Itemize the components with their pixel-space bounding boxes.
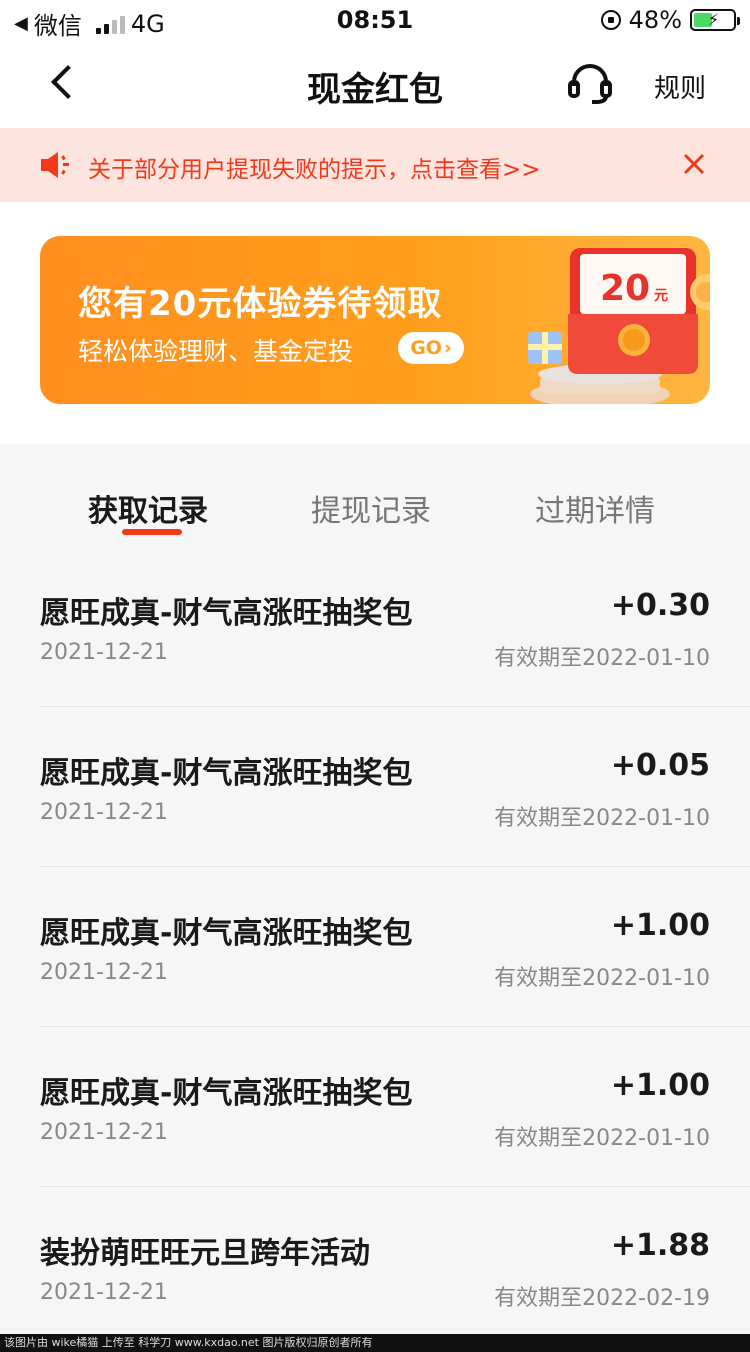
customer-service-button[interactable] (566, 60, 614, 108)
go-label: GO (410, 337, 442, 359)
chevron-right-icon: › (443, 337, 452, 359)
battery-icon: ⚡ (690, 9, 740, 31)
red-envelope-illustration: 20 元 (528, 248, 710, 404)
nav-bar: 现金红包 规则 (0, 40, 750, 128)
record-date: 2021-12-21 (40, 1280, 168, 1305)
record-expiry: 有效期至2022-01-10 (494, 646, 710, 671)
record-title: 愿旺成真-财气高涨旺抽奖包 (40, 596, 413, 631)
record-title: 愿旺成真-财气高涨旺抽奖包 (40, 1076, 413, 1111)
record-expiry: 有效期至2022-01-10 (494, 966, 710, 991)
headset-icon (568, 64, 612, 104)
notice-banner[interactable]: 关于部分用户提现失败的提示，点击查看>> (0, 128, 750, 202)
list-item[interactable]: 愿旺成真-财气高涨旺抽奖包 +0.30 2021-12-21 有效期至2022-… (40, 570, 750, 730)
divider (40, 866, 750, 867)
record-title: 愿旺成真-财气高涨旺抽奖包 (40, 756, 413, 791)
divider (40, 1186, 750, 1187)
banner-title: 您有20元体验券待领取 (78, 284, 443, 324)
record-date: 2021-12-21 (40, 1120, 168, 1145)
record-amount: +0.05 (610, 748, 710, 783)
banner-subtitle: 轻松体验理财、基金定投 (78, 337, 354, 366)
record-expiry: 有效期至2022-01-10 (494, 806, 710, 831)
charging-bolt-icon: ⚡ (708, 10, 720, 29)
list-item[interactable]: 愿旺成真-财气高涨旺抽奖包 +1.00 2021-12-21 有效期至2022-… (40, 890, 750, 1050)
notice-text[interactable]: 关于部分用户提现失败的提示，点击查看>> (88, 150, 541, 184)
record-amount: +1.00 (610, 908, 710, 943)
record-expiry: 有效期至2022-01-10 (494, 1126, 710, 1151)
status-right: 48% ⚡ (600, 6, 740, 34)
coupon-value: 20 (600, 268, 650, 309)
speaker-icon (41, 152, 69, 178)
record-date: 2021-12-21 (40, 960, 168, 985)
record-title: 装扮萌旺旺元旦跨年活动 (40, 1236, 370, 1271)
page-title: 现金红包 (307, 70, 443, 110)
battery-percent: 48% (628, 6, 682, 34)
tab-expired-details[interactable]: 过期详情 (535, 486, 655, 530)
tab-withdraw-records[interactable]: 提现记录 (311, 486, 431, 530)
record-amount: +1.00 (610, 1068, 710, 1103)
rules-link[interactable]: 规则 (654, 68, 706, 105)
list-item[interactable]: 愿旺成真-财气高涨旺抽奖包 +0.05 2021-12-21 有效期至2022-… (40, 730, 750, 890)
go-button[interactable]: GO › (398, 332, 464, 364)
divider (40, 706, 750, 707)
promo-banner[interactable]: 您有20元体验券待领取 轻松体验理财、基金定投 GO › 20 元 (40, 236, 710, 404)
record-amount: +1.88 (610, 1228, 710, 1263)
list-item[interactable]: 愿旺成真-财气高涨旺抽奖包 +1.00 2021-12-21 有效期至2022-… (40, 1050, 750, 1210)
list-item[interactable]: 装扮萌旺旺元旦跨年活动 +1.88 2021-12-21 有效期至2022-02… (40, 1210, 710, 1352)
record-amount: +0.30 (610, 588, 710, 623)
record-expiry: 有效期至2022-02-19 (494, 1286, 710, 1311)
record-date: 2021-12-21 (40, 640, 168, 665)
watermark-footer: 该图片由 wike橘猫 上传至 科学刀 www.kxdao.net 图片版权归原… (0, 1334, 750, 1352)
active-tab-indicator (122, 529, 182, 535)
record-title: 愿旺成真-财气高涨旺抽奖包 (40, 916, 413, 951)
tab-obtained-records[interactable]: 获取记录 (88, 486, 208, 530)
divider (40, 1026, 750, 1027)
record-date: 2021-12-21 (40, 800, 168, 825)
rotation-lock-icon (600, 10, 621, 30)
status-bar: ◀ 微信 4G 08:51 48% ⚡ (0, 0, 750, 40)
coupon-unit: 元 (654, 288, 668, 304)
close-icon[interactable] (680, 150, 708, 178)
